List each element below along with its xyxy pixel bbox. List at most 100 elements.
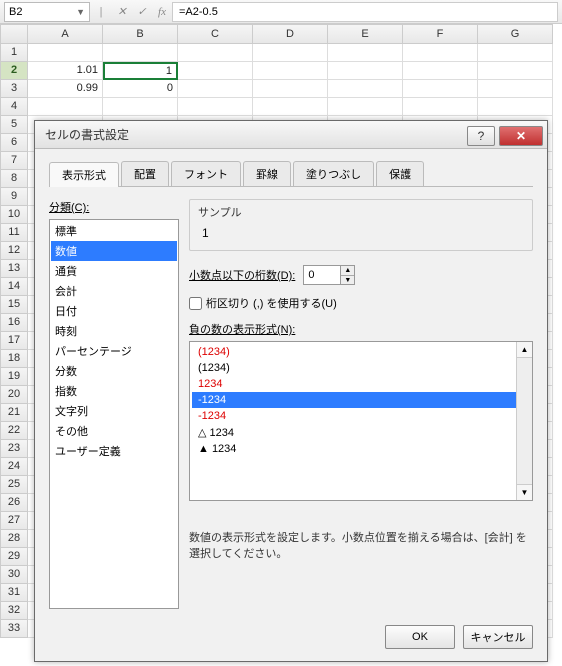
row-header[interactable]: 14: [0, 278, 28, 296]
row-header[interactable]: 32: [0, 602, 28, 620]
negative-format-item[interactable]: △ 1234: [192, 424, 530, 441]
row-header[interactable]: 26: [0, 494, 28, 512]
col-header[interactable]: D: [253, 24, 328, 44]
scroll-up-icon[interactable]: ▲: [517, 342, 532, 358]
category-item[interactable]: 数値: [51, 241, 177, 261]
scrollbar[interactable]: ▲ ▼: [516, 342, 532, 500]
accept-formula-icon[interactable]: ✓: [132, 5, 152, 18]
cell[interactable]: 1.01: [28, 62, 103, 80]
cell[interactable]: [328, 80, 403, 98]
cell[interactable]: 0: [103, 80, 178, 98]
category-list[interactable]: 標準数値通貨会計日付時刻パーセンテージ分数指数文字列その他ユーザー定義: [49, 219, 179, 609]
ok-button[interactable]: OK: [385, 625, 455, 649]
row-header[interactable]: 18: [0, 350, 28, 368]
category-item[interactable]: 時刻: [51, 321, 177, 341]
negative-format-item[interactable]: ▲ 1234: [192, 441, 530, 457]
row-header[interactable]: 22: [0, 422, 28, 440]
category-item[interactable]: 会計: [51, 281, 177, 301]
category-item[interactable]: 通貨: [51, 261, 177, 281]
cancel-button[interactable]: キャンセル: [463, 625, 533, 649]
row-header[interactable]: 16: [0, 314, 28, 332]
category-item[interactable]: 分数: [51, 361, 177, 381]
cell[interactable]: [178, 80, 253, 98]
row-header[interactable]: 2: [0, 62, 28, 80]
category-item[interactable]: 文字列: [51, 401, 177, 421]
decimal-places-spinner[interactable]: ▲ ▼: [303, 265, 355, 285]
row-header[interactable]: 10: [0, 206, 28, 224]
row-header[interactable]: 24: [0, 458, 28, 476]
row-header[interactable]: 8: [0, 170, 28, 188]
row-header[interactable]: 4: [0, 98, 28, 116]
scroll-down-icon[interactable]: ▼: [517, 484, 532, 500]
tab-3[interactable]: 罫線: [243, 161, 291, 186]
tab-2[interactable]: フォント: [171, 161, 241, 186]
help-button[interactable]: ?: [467, 126, 495, 146]
cell[interactable]: [253, 98, 328, 116]
negative-format-item[interactable]: -1234: [192, 408, 530, 424]
row-header[interactable]: 3: [0, 80, 28, 98]
negative-format-list[interactable]: (1234)(1234)1234-1234-1234△ 1234▲ 1234 ▲…: [189, 341, 533, 501]
row-header[interactable]: 1: [0, 44, 28, 62]
row-header[interactable]: 15: [0, 296, 28, 314]
select-all-corner[interactable]: [0, 24, 28, 44]
category-item[interactable]: パーセンテージ: [51, 341, 177, 361]
cell[interactable]: [103, 98, 178, 116]
row-header[interactable]: 25: [0, 476, 28, 494]
name-box[interactable]: B2 ▼: [4, 2, 90, 22]
tab-1[interactable]: 配置: [121, 161, 169, 186]
spin-down-icon[interactable]: ▼: [341, 276, 354, 285]
tab-5[interactable]: 保護: [376, 161, 424, 186]
cell[interactable]: [103, 44, 178, 62]
row-header[interactable]: 17: [0, 332, 28, 350]
cell[interactable]: [328, 44, 403, 62]
tab-0[interactable]: 表示形式: [49, 162, 119, 187]
row-header[interactable]: 9: [0, 188, 28, 206]
col-header[interactable]: A: [28, 24, 103, 44]
row-header[interactable]: 28: [0, 530, 28, 548]
dialog-title-bar[interactable]: セルの書式設定 ? ✕: [35, 121, 547, 149]
cell[interactable]: [403, 80, 478, 98]
tab-4[interactable]: 塗りつぶし: [293, 161, 374, 186]
decimal-places-input[interactable]: [304, 266, 340, 284]
cell[interactable]: [328, 98, 403, 116]
formula-input[interactable]: =A2-0.5: [172, 2, 558, 22]
row-header[interactable]: 7: [0, 152, 28, 170]
cell[interactable]: [178, 44, 253, 62]
row-header[interactable]: 30: [0, 566, 28, 584]
category-item[interactable]: 標準: [51, 221, 177, 241]
fx-icon[interactable]: fx: [152, 6, 172, 18]
row-header[interactable]: 20: [0, 386, 28, 404]
cell[interactable]: [478, 62, 553, 80]
row-header[interactable]: 19: [0, 368, 28, 386]
row-header[interactable]: 31: [0, 584, 28, 602]
cell[interactable]: [28, 44, 103, 62]
cell[interactable]: [403, 98, 478, 116]
negative-format-item[interactable]: (1234): [192, 344, 530, 360]
cell[interactable]: [253, 44, 328, 62]
row-header[interactable]: 12: [0, 242, 28, 260]
cell[interactable]: [28, 98, 103, 116]
row-header[interactable]: 6: [0, 134, 28, 152]
cell[interactable]: [403, 62, 478, 80]
thousands-separator-checkbox[interactable]: [189, 297, 202, 310]
col-header[interactable]: B: [103, 24, 178, 44]
cell[interactable]: [253, 80, 328, 98]
cancel-formula-icon[interactable]: ✕: [112, 5, 132, 18]
cell[interactable]: 0.99: [28, 80, 103, 98]
negative-format-item[interactable]: -1234: [192, 392, 530, 408]
row-header[interactable]: 5: [0, 116, 28, 134]
cell[interactable]: [478, 44, 553, 62]
negative-format-item[interactable]: 1234: [192, 376, 530, 392]
cell[interactable]: [403, 44, 478, 62]
cell[interactable]: [328, 62, 403, 80]
row-header[interactable]: 11: [0, 224, 28, 242]
chevron-down-icon[interactable]: ▼: [76, 7, 85, 17]
col-header[interactable]: F: [403, 24, 478, 44]
row-header[interactable]: 27: [0, 512, 28, 530]
row-header[interactable]: 13: [0, 260, 28, 278]
cell[interactable]: 1: [103, 62, 178, 80]
category-item[interactable]: ユーザー定義: [51, 441, 177, 461]
cell[interactable]: [478, 80, 553, 98]
category-item[interactable]: その他: [51, 421, 177, 441]
cell[interactable]: [478, 98, 553, 116]
